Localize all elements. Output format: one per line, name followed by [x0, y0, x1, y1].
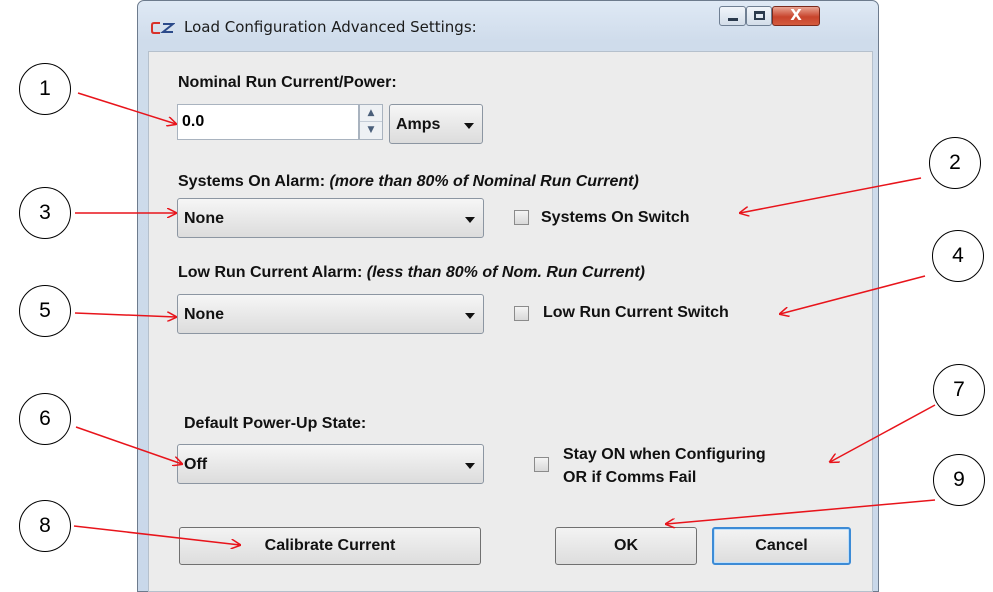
- callout-6: 6: [19, 393, 71, 445]
- callout-1: 1: [19, 63, 71, 115]
- callout-7: 7: [933, 364, 985, 416]
- arrow-9: [666, 499, 936, 524]
- arrow-5: [74, 313, 176, 317]
- arrow-6: [75, 426, 182, 464]
- arrow-4: [780, 275, 926, 314]
- callout-4: 4: [932, 230, 984, 282]
- arrow-2: [740, 177, 922, 213]
- callout-2: 2: [929, 137, 981, 189]
- callout-9: 9: [933, 454, 985, 506]
- annotation-arrows: [73, 92, 936, 592]
- callout-3: 3: [19, 187, 71, 239]
- arrow-8: [73, 525, 240, 545]
- arrow-7: [830, 404, 936, 462]
- arrow-1: [77, 92, 176, 124]
- callout-8: 8: [19, 500, 71, 552]
- callout-5: 5: [19, 285, 71, 337]
